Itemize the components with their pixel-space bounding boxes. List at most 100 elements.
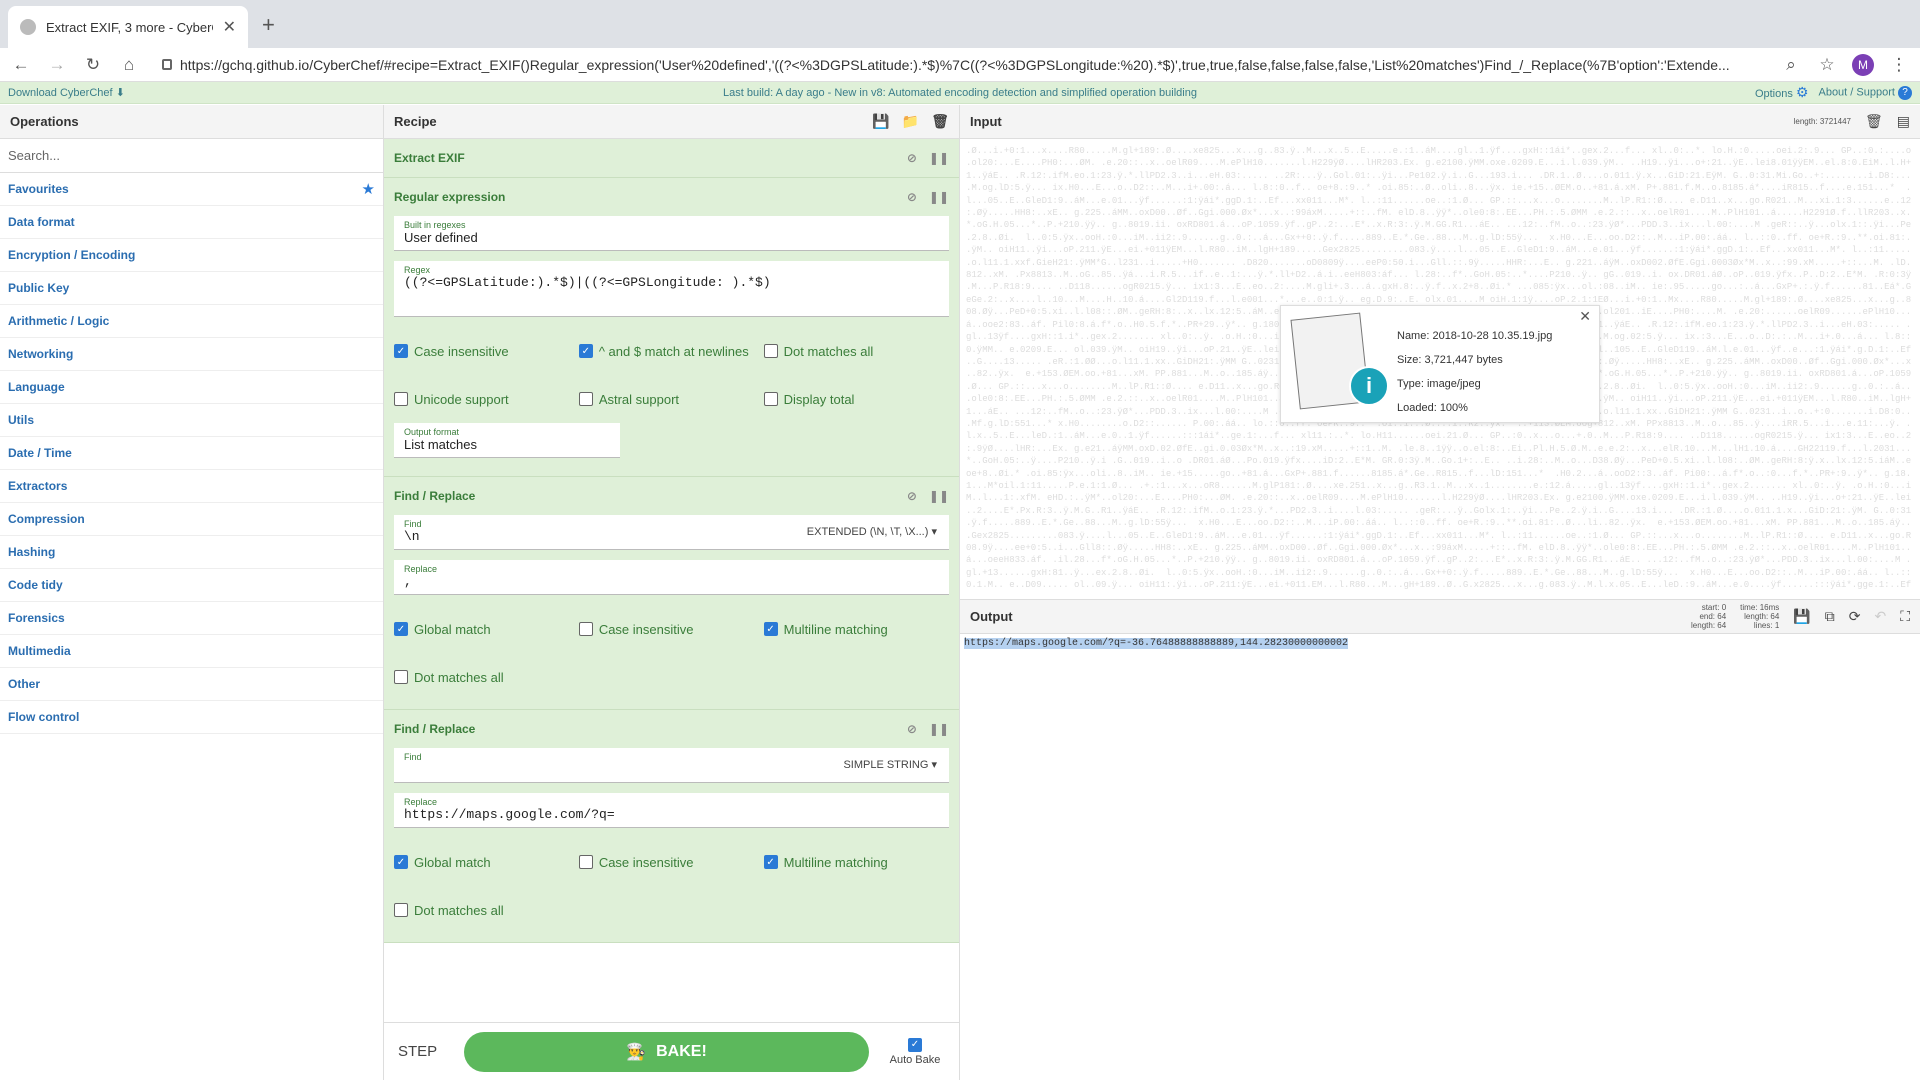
close-icon[interactable]: ✕ bbox=[223, 17, 236, 37]
bake-button[interactable]: 👨‍🍳 BAKE! bbox=[464, 1031, 869, 1072]
dot-matches-all-checkbox[interactable]: Dot matches all bbox=[763, 344, 949, 359]
category-item[interactable]: Hashing bbox=[0, 536, 383, 569]
browser-tab[interactable]: Extract EXIF, 3 more - CyberChef ✕ bbox=[8, 6, 248, 48]
back-arrow-icon[interactable]: ← bbox=[10, 55, 32, 75]
browser-tab-bar: Extract EXIF, 3 more - CyberChef ✕ + bbox=[0, 0, 1920, 48]
category-item[interactable]: Language bbox=[0, 371, 383, 404]
multiline-checkbox[interactable]: ✓ Multiline matching bbox=[763, 622, 949, 637]
folder-icon[interactable]: 📁 bbox=[902, 113, 919, 130]
copy-icon[interactable]: ⧉ bbox=[1825, 608, 1835, 625]
category-item[interactable]: Public Key bbox=[0, 272, 383, 305]
find-mode-dropdown[interactable]: SIMPLE STRING ▾ bbox=[843, 758, 937, 771]
output-text[interactable]: https://maps.google.com/?q=-36.764888888… bbox=[960, 634, 1920, 653]
find-input[interactable]: Find \n EXTENDED (\N, \T, \X...) ▾ bbox=[394, 515, 949, 550]
category-item[interactable]: Networking bbox=[0, 338, 383, 371]
category-item[interactable]: Flow control bbox=[0, 701, 383, 734]
url-text: https://gchq.github.io/CyberChef/#recipe… bbox=[180, 56, 1730, 73]
operations-search-input[interactable]: Search... bbox=[0, 139, 383, 173]
output-format-select[interactable]: Output format List matches bbox=[394, 423, 620, 458]
display-total-checkbox[interactable]: Display total bbox=[763, 392, 949, 407]
find-input[interactable]: Find SIMPLE STRING ▾ bbox=[394, 748, 949, 783]
avatar[interactable]: M bbox=[1852, 53, 1874, 76]
kebab-menu-icon[interactable]: ⋮ bbox=[1888, 55, 1910, 75]
category-item[interactable]: Date / Time bbox=[0, 437, 383, 470]
pause-icon[interactable]: ❚❚ bbox=[929, 489, 949, 503]
disable-icon[interactable]: ⊘ bbox=[907, 190, 917, 204]
category-item[interactable]: Encryption / Encoding bbox=[0, 239, 383, 272]
builtin-regexes-select[interactable]: Built in regexes User defined bbox=[394, 216, 949, 251]
recipe-list: Extract EXIF ⊘ ❚❚ Regular expression ⊘ ❚❚ … bbox=[384, 139, 959, 1022]
category-item[interactable]: Utils bbox=[0, 404, 383, 437]
category-item[interactable]: Code tidy bbox=[0, 569, 383, 602]
help-icon: ? bbox=[1898, 85, 1912, 100]
find-mode-dropdown[interactable]: EXTENDED (\N, \T, \X...) ▾ bbox=[807, 525, 937, 538]
dot-matches-all-checkbox[interactable]: Dot matches all bbox=[394, 903, 579, 918]
file-info-icon: i bbox=[1287, 312, 1389, 416]
layout-icon[interactable]: ▤ bbox=[1897, 113, 1910, 130]
op-title: Find / Replace bbox=[394, 722, 476, 736]
unicode-support-checkbox[interactable]: Unicode support bbox=[394, 392, 579, 407]
replace-input[interactable]: Replace https://maps.google.com/?q= bbox=[394, 793, 949, 828]
recipe-op-find-replace-1[interactable]: Find / Replace ⊘ ❚❚ Find \n EXTENDED (\N,… bbox=[384, 477, 959, 710]
address-bar[interactable]: https://gchq.github.io/CyberChef/#recipe… bbox=[154, 51, 1766, 79]
disable-icon[interactable]: ⊘ bbox=[907, 722, 917, 736]
close-icon[interactable]: ✕ bbox=[1579, 308, 1591, 325]
category-item[interactable]: Forensics bbox=[0, 602, 383, 635]
category-item[interactable]: Extractors bbox=[0, 470, 383, 503]
download-link[interactable]: Download CyberChef ⬇ bbox=[8, 86, 125, 99]
maximize-icon[interactable]: ⛶ bbox=[1900, 608, 1910, 625]
category-item[interactable]: Data format bbox=[0, 206, 383, 239]
category-item[interactable]: Compression bbox=[0, 503, 383, 536]
star-icon: ★ bbox=[361, 181, 375, 198]
regex-textarea[interactable]: Regex ((?<=GPSLatitude:).*$)|((?<=GPSLon… bbox=[394, 261, 949, 317]
app-main: Operations Search... Favourites ★ Data for… bbox=[0, 105, 1920, 1080]
dot-matches-all-checkbox[interactable]: Dot matches all bbox=[394, 670, 579, 685]
case-insensitive-checkbox[interactable]: Case insensitive bbox=[578, 622, 764, 637]
category-item[interactable]: Favourites ★ bbox=[0, 173, 383, 206]
newlines-checkbox[interactable]: ✓ ^ and $ match at newlines bbox=[578, 344, 764, 359]
trash-icon[interactable]: 🗑 bbox=[1865, 113, 1883, 130]
gear-icon: ⚙ bbox=[1795, 84, 1809, 100]
op-title: Find / Replace bbox=[394, 489, 476, 503]
recipe-op-find-replace-2[interactable]: Find / Replace ⊘ ❚❚ Find SIMPLE STRING ▾ … bbox=[384, 710, 959, 943]
save-icon[interactable]: 💾 bbox=[1793, 608, 1810, 625]
input-title: Input bbox=[970, 114, 1002, 129]
disable-icon[interactable]: ⊘ bbox=[907, 489, 917, 503]
recipe-panel: Recipe 💾 📁 🗑 Extract EXIF ⊘ ❚❚ Regular ex… bbox=[384, 105, 960, 1080]
home-icon[interactable]: ⌂ bbox=[118, 55, 140, 75]
case-insensitive-checkbox[interactable]: Case insensitive bbox=[578, 855, 764, 870]
global-match-checkbox[interactable]: ✓ Global match bbox=[394, 855, 579, 870]
recipe-op-regular-expression[interactable]: Regular expression ⊘ ❚❚ Built in regexes … bbox=[384, 178, 959, 477]
category-item[interactable]: Other bbox=[0, 668, 383, 701]
options-button[interactable]: Options ⚙ bbox=[1755, 84, 1809, 101]
recipe-op-extract-exif[interactable]: Extract EXIF ⊘ ❚❚ bbox=[384, 139, 959, 178]
new-tab-button[interactable]: + bbox=[262, 12, 275, 38]
trash-icon[interactable]: 🗑 bbox=[931, 113, 949, 130]
pause-icon[interactable]: ❚❚ bbox=[929, 190, 949, 204]
save-icon[interactable]: 💾 bbox=[872, 113, 889, 130]
category-item[interactable]: Arithmetic / Logic bbox=[0, 305, 383, 338]
file-type: Type: image/jpeg bbox=[1397, 378, 1481, 390]
replace-input-icon[interactable]: ⟳ bbox=[1849, 608, 1861, 625]
star-bookmark-icon[interactable]: ☆ bbox=[1816, 55, 1838, 75]
pause-icon[interactable]: ❚❚ bbox=[929, 151, 949, 165]
disable-icon[interactable]: ⊘ bbox=[907, 151, 917, 165]
global-match-checkbox[interactable]: ✓ Global match bbox=[394, 622, 579, 637]
tab-title: Extract EXIF, 3 more - CyberChef bbox=[46, 19, 213, 35]
case-insensitive-checkbox[interactable]: ✓ Case insensitive bbox=[394, 344, 579, 359]
multiline-checkbox[interactable]: ✓ Multiline matching bbox=[763, 855, 949, 870]
about-support-button[interactable]: About / Support ? bbox=[1818, 85, 1912, 100]
chef-icon: 👨‍🍳 bbox=[626, 1043, 647, 1061]
pause-icon[interactable]: ❚❚ bbox=[929, 722, 949, 736]
reload-icon[interactable]: ↻ bbox=[82, 55, 104, 75]
astral-support-checkbox[interactable]: Astral support bbox=[578, 392, 764, 407]
forward-arrow-icon[interactable]: → bbox=[46, 55, 68, 75]
auto-bake-checkbox[interactable]: ✓ Auto Bake bbox=[885, 1037, 945, 1066]
zoom-icon[interactable]: ⌕ bbox=[1780, 55, 1802, 75]
step-button[interactable]: STEP bbox=[398, 1043, 448, 1060]
undo-icon[interactable]: ↶ bbox=[1874, 608, 1886, 625]
category-item[interactable]: Multimedia bbox=[0, 635, 383, 668]
lock-icon bbox=[162, 59, 172, 70]
operations-panel: Operations Search... Favourites ★ Data for… bbox=[0, 105, 384, 1080]
replace-input[interactable]: Replace , bbox=[394, 560, 949, 595]
